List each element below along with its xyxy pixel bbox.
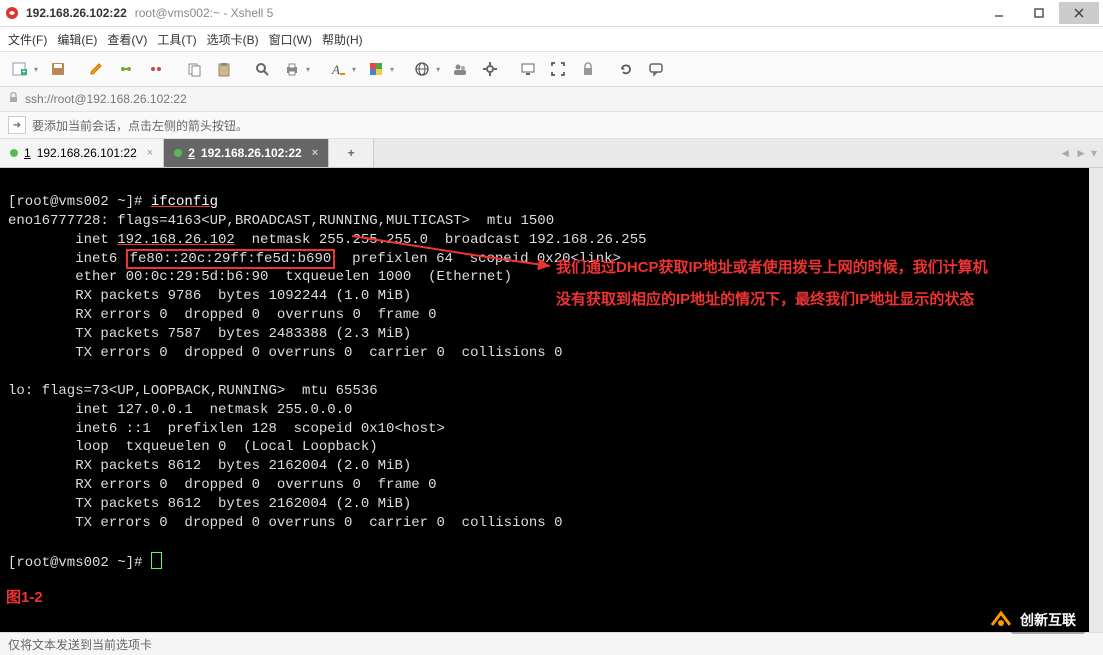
tab-scroll-left-icon[interactable]: ◄	[1059, 146, 1071, 160]
cursor-icon	[151, 552, 162, 569]
connect-icon[interactable]	[112, 56, 140, 82]
disconnect-icon[interactable]	[142, 56, 170, 82]
font-style-icon[interactable]: A	[324, 56, 352, 82]
comment-icon[interactable]	[642, 56, 670, 82]
edit-icon[interactable]	[82, 56, 110, 82]
term-line: inet6 fe80::20c:29ff:fe5d:b690 prefixlen…	[8, 249, 621, 269]
menu-view[interactable]: 查看(V)	[107, 31, 147, 48]
add-session-arrow-button[interactable]: ➜	[8, 116, 26, 134]
term-line: RX errors 0 dropped 0 overruns 0 frame 0	[8, 477, 436, 493]
monitor-icon[interactable]	[514, 56, 542, 82]
titlebar: 192.168.26.102:22 root@vms002:~ - Xshell…	[0, 0, 1103, 27]
status-text: 仅将文本发送到当前选项卡	[8, 636, 152, 653]
color-icon[interactable]	[362, 56, 390, 82]
hint-text: 要添加当前会话，点击左侧的箭头按钮。	[32, 117, 248, 134]
term-line: TX errors 0 dropped 0 overruns 0 carrier…	[8, 345, 563, 361]
paste-icon[interactable]	[210, 56, 238, 82]
gear-icon[interactable]	[476, 56, 504, 82]
print-icon[interactable]	[278, 56, 306, 82]
term-line: RX errors 0 dropped 0 overruns 0 frame 0	[8, 307, 436, 323]
app-icon	[4, 5, 20, 21]
term-line: ether 00:0c:29:5d:b6:90 txqueuelen 1000 …	[8, 269, 512, 285]
session-tab-2[interactable]: 2 192.168.26.102:22 ×	[164, 139, 329, 167]
hint-bar: ➜ 要添加当前会话，点击左侧的箭头按钮。	[0, 112, 1103, 139]
window-title-sub: root@vms002:~ - Xshell 5	[135, 6, 274, 20]
tab-menu-dropdown-icon[interactable]: ▾	[1091, 146, 1097, 160]
menubar: 文件(F) 编辑(E) 查看(V) 工具(T) 选项卡(B) 窗口(W) 帮助(…	[0, 27, 1103, 52]
tab-nav-arrows: ◄ ► ▾	[1059, 139, 1103, 167]
term-line: TX packets 8612 bytes 2162004 (2.0 MiB)	[8, 496, 411, 512]
menu-edit[interactable]: 编辑(E)	[57, 31, 97, 48]
tab-label: 192.168.26.102:22	[201, 146, 302, 160]
address-text: ssh://root@192.168.26.102:22	[25, 92, 187, 106]
annotation-line-1: 我们通过DHCP获取IP地址或者使用拨号上网的时候，我们计算机	[556, 258, 1076, 278]
new-tab-button[interactable]: +	[329, 139, 374, 167]
find-icon[interactable]	[248, 56, 276, 82]
minimize-button[interactable]	[979, 2, 1019, 24]
term-line: RX packets 8612 bytes 2162004 (2.0 MiB)	[8, 458, 411, 474]
tab-index: 1	[24, 146, 31, 160]
term-line: lo: flags=73<UP,LOOPBACK,RUNNING> mtu 65…	[8, 383, 378, 399]
menu-tools[interactable]: 工具(T)	[157, 31, 196, 48]
menu-help[interactable]: 帮助(H)	[322, 31, 363, 48]
term-line: TX packets 7587 bytes 2483388 (2.3 MiB)	[8, 326, 411, 342]
lock-icon	[8, 92, 19, 106]
window-title-main: 192.168.26.102:22	[26, 6, 127, 20]
figure-label: 图1-2	[6, 588, 43, 608]
toolbar: +▾ ▾ A▾ ▾ ▾	[0, 52, 1103, 87]
fullscreen-icon[interactable]	[544, 56, 572, 82]
terminal-output[interactable]: [root@vms002 ~]# ifconfig eno16777728: f…	[0, 168, 1103, 632]
close-button[interactable]	[1059, 2, 1099, 24]
save-icon[interactable]	[44, 56, 72, 82]
term-line: inet 192.168.26.102 netmask 255.255.255.…	[8, 232, 647, 248]
menu-window[interactable]: 窗口(W)	[269, 31, 312, 48]
session-tab-1[interactable]: 1 192.168.26.101:22 ×	[0, 139, 164, 167]
users-icon[interactable]	[446, 56, 474, 82]
svg-text:+: +	[22, 67, 27, 76]
lock-toolbar-icon[interactable]	[574, 56, 602, 82]
globe-icon[interactable]	[408, 56, 436, 82]
maximize-button[interactable]	[1019, 2, 1059, 24]
svg-text:A: A	[331, 62, 340, 77]
term-line: inet 127.0.0.1 netmask 255.0.0.0	[8, 402, 352, 418]
tab-index: 2	[188, 146, 195, 160]
status-dot-icon	[174, 149, 182, 157]
menu-file[interactable]: 文件(F)	[8, 31, 47, 48]
status-bar: 仅将文本发送到当前选项卡	[0, 632, 1103, 655]
term-line: [root@vms002 ~]# ifconfig	[8, 194, 218, 210]
term-line: RX packets 9786 bytes 1092244 (1.0 MiB)	[8, 288, 411, 304]
copy-icon[interactable]	[180, 56, 208, 82]
new-session-icon[interactable]: +	[6, 56, 34, 82]
highlighted-ipv6: fe80::20c:29ff:fe5d:b690	[126, 249, 336, 269]
command-text: ifconfig	[151, 194, 218, 210]
tab-scroll-right-icon[interactable]: ►	[1075, 146, 1087, 160]
tab-close-icon[interactable]: ×	[147, 147, 153, 159]
address-bar[interactable]: ssh://root@192.168.26.102:22	[0, 87, 1103, 112]
annotation-line-2: 没有获取到相应的IP地址的情况下，最终我们IP地址显示的状态	[556, 290, 1076, 310]
refresh-icon[interactable]	[612, 56, 640, 82]
term-line: [root@vms002 ~]#	[8, 555, 162, 571]
tab-label: 192.168.26.101:22	[37, 146, 137, 160]
menu-tabs[interactable]: 选项卡(B)	[207, 31, 259, 48]
term-line: TX errors 0 dropped 0 overruns 0 carrier…	[8, 515, 563, 531]
tab-close-icon[interactable]: ×	[312, 147, 318, 159]
status-dot-icon	[10, 149, 18, 157]
term-line: inet6 ::1 prefixlen 128 scopeid 0x10<hos…	[8, 421, 445, 437]
term-line: eno16777728: flags=4163<UP,BROADCAST,RUN…	[8, 213, 554, 229]
term-line: loop txqueuelen 0 (Local Loopback)	[8, 439, 378, 455]
session-tabbar: 1 192.168.26.101:22 × 2 192.168.26.102:2…	[0, 139, 1103, 168]
